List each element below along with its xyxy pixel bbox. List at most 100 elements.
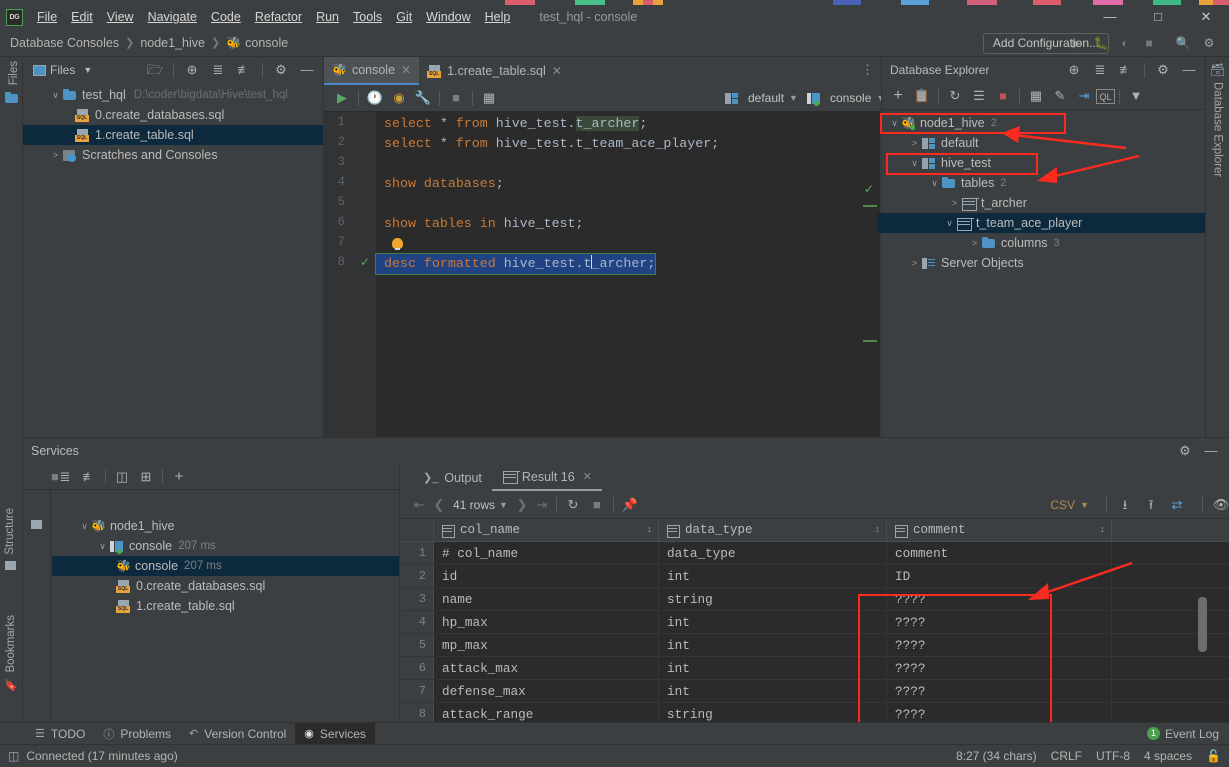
result-tab-result-16[interactable]: Result 16 ✕ bbox=[491, 464, 602, 491]
status-indent[interactable]: 4 spaces bbox=[1144, 749, 1192, 763]
editor-tab-1-create-table-sql[interactable]: 1.create_table.sql ✕ bbox=[419, 57, 570, 85]
collapse-all-icon[interactable]: ≢ bbox=[1114, 59, 1138, 81]
add-tab-icon[interactable]: ⊞ bbox=[134, 466, 158, 488]
service-item-1-create-table-sql[interactable]: 1.create_table.sql bbox=[52, 596, 399, 616]
menu-item-view[interactable]: View bbox=[100, 7, 141, 27]
db-tree-item-tables[interactable]: ∨ tables 2 bbox=[882, 173, 1205, 193]
ql-icon[interactable]: QL bbox=[1096, 88, 1115, 104]
chevron-right-icon[interactable]: > bbox=[49, 150, 62, 160]
status-encoding[interactable]: UTF-8 bbox=[1096, 749, 1130, 763]
sort-icon[interactable]: ↕ bbox=[1100, 525, 1105, 535]
menu-item-file[interactable]: File bbox=[30, 7, 64, 27]
cell-col-name[interactable]: id bbox=[434, 565, 659, 587]
stop-icon[interactable]: ■ bbox=[585, 494, 609, 516]
chevron-down-icon[interactable]: ∨ bbox=[943, 218, 956, 229]
menu-item-run[interactable]: Run bbox=[309, 7, 346, 27]
cell-comment[interactable]: ID bbox=[887, 565, 1112, 587]
database-explorer-tree[interactable]: ∨ 🐝 node1_hive 2 > default ∨ hive_test ∨… bbox=[877, 111, 1205, 437]
download-icon[interactable]: ⭳ bbox=[1113, 494, 1137, 516]
collapse-all-icon[interactable]: ≢ bbox=[77, 466, 101, 488]
close-icon[interactable]: ✕ bbox=[552, 64, 562, 78]
bottom-button-version-control[interactable]: ↶ Version Control bbox=[180, 723, 295, 745]
settings-icon[interactable]: ⚙ bbox=[1198, 33, 1220, 54]
chevron-right-icon[interactable]: > bbox=[908, 138, 921, 148]
expand-all-icon[interactable]: ≣ bbox=[1088, 59, 1112, 81]
breadcrumb-console[interactable]: console bbox=[245, 36, 288, 50]
cell-col-name[interactable]: attack_max bbox=[434, 657, 659, 679]
cell-comment[interactable]: ???? bbox=[887, 588, 1112, 610]
code-line-1[interactable]: select * from hive_test.t_archer; bbox=[376, 114, 880, 134]
cell-data-type[interactable]: data_type bbox=[659, 542, 887, 564]
service-item-0-create-databases-sql[interactable]: 0.create_databases.sql bbox=[52, 576, 399, 596]
table-row[interactable]: 5 mp_max int ???? bbox=[401, 634, 1229, 657]
menu-item-refactor[interactable]: Refactor bbox=[248, 7, 309, 27]
bottom-button-problems[interactable]: ⓘ Problems bbox=[94, 723, 180, 745]
chevron-down-icon[interactable]: ∨ bbox=[888, 118, 901, 129]
grid-vertical-scrollbar[interactable] bbox=[1198, 597, 1207, 652]
pin-icon[interactable]: 📌 bbox=[618, 494, 642, 516]
status-connection[interactable]: ◫ Connected (17 minutes ago) bbox=[8, 749, 178, 763]
cell-data-type[interactable]: int bbox=[659, 565, 887, 587]
window-minimize-button[interactable]: — bbox=[1088, 5, 1132, 29]
cell-data-type[interactable]: string bbox=[659, 588, 887, 610]
expand-all-icon[interactable]: ≣ bbox=[206, 59, 230, 81]
table-row[interactable]: 2 id int ID bbox=[401, 565, 1229, 588]
table-row[interactable]: 3 name string ???? bbox=[401, 588, 1229, 611]
table-row[interactable]: 1 # col_name data_type comment bbox=[401, 542, 1229, 565]
more-tabs-icon[interactable]: ⋮ bbox=[861, 63, 874, 77]
status-caret-position[interactable]: 8:27 (34 chars) bbox=[956, 749, 1037, 763]
grid-header-col-name[interactable]: col_name ↕ bbox=[434, 519, 659, 541]
code-editor[interactable]: select * from hive_test.t_archer; select… bbox=[374, 112, 880, 437]
chevron-down-icon[interactable]: ▼ bbox=[499, 500, 508, 510]
edit-icon[interactable]: ✎ bbox=[1048, 85, 1072, 107]
table-row[interactable]: 6 attack_max int ???? bbox=[401, 657, 1229, 680]
editor-gutter[interactable]: 1 2 3 4 5 6 7 8 ✓ bbox=[324, 112, 376, 437]
menu-item-help[interactable]: Help bbox=[478, 7, 518, 27]
locate-icon[interactable]: ⊕ bbox=[180, 59, 204, 81]
breadcrumb-node1-hive[interactable]: node1_hive bbox=[140, 36, 205, 50]
window-close-button[interactable]: ✕ bbox=[1184, 5, 1228, 29]
chevron-down-icon[interactable]: ∨ bbox=[78, 521, 91, 532]
cell-col-name[interactable]: hp_max bbox=[434, 611, 659, 633]
search-icon[interactable]: 🔍 bbox=[1172, 33, 1194, 54]
event-log-button[interactable]: 1 Event Log bbox=[1146, 727, 1219, 741]
menu-item-navigate[interactable]: Navigate bbox=[141, 7, 204, 27]
menu-item-tools[interactable]: Tools bbox=[346, 7, 389, 27]
cell-comment[interactable]: ???? bbox=[887, 611, 1112, 633]
service-item-console-session[interactable]: ∨ console 207 ms bbox=[52, 536, 399, 556]
session-combo[interactable]: console ▼ bbox=[806, 91, 885, 106]
cell-col-name[interactable]: mp_max bbox=[434, 634, 659, 656]
schema-combo[interactable]: default ▼ bbox=[724, 91, 798, 106]
settings-icon[interactable]: ⚙ bbox=[1151, 59, 1175, 81]
tool-button-bookmarks[interactable]: Bookmarks 🔖 bbox=[4, 615, 18, 692]
statement-ok-icon[interactable]: ✓ bbox=[360, 255, 370, 269]
hide-panel-icon[interactable]: — bbox=[1177, 59, 1201, 81]
filter-icon[interactable]: ▼ bbox=[1124, 85, 1148, 107]
tree-item-scratches-and-consoles[interactable]: > Scratches and Consoles bbox=[23, 145, 323, 165]
tree-item-test-hql[interactable]: ∨ test_hql D:\coder\bigdata\Hive\test_hq… bbox=[23, 85, 323, 105]
cell-comment[interactable]: ???? bbox=[887, 680, 1112, 702]
copy-icon[interactable]: 📋 bbox=[910, 85, 934, 107]
cell-data-type[interactable]: int bbox=[659, 657, 887, 679]
bottom-button-services[interactable]: ◉ Services bbox=[295, 722, 375, 745]
run-icon[interactable]: ▶ bbox=[1066, 33, 1088, 54]
cell-col-name[interactable]: # col_name bbox=[434, 542, 659, 564]
stop-icon[interactable]: ■ bbox=[29, 466, 59, 488]
chevron-down-icon[interactable]: ∨ bbox=[928, 178, 941, 189]
code-line-6[interactable]: show tables in hive_test; bbox=[376, 214, 880, 234]
chevron-right-icon[interactable]: > bbox=[968, 238, 981, 248]
services-tree[interactable]: ∨ 🐝 node1_hive ∨ console 207 ms 🐝 consol… bbox=[52, 516, 399, 730]
service-item-node1-hive[interactable]: ∨ 🐝 node1_hive bbox=[52, 516, 399, 536]
chevron-right-icon[interactable]: > bbox=[908, 258, 921, 268]
files-tree[interactable]: ∨ test_hql D:\coder\bigdata\Hive\test_hq… bbox=[23, 83, 323, 437]
stop-icon[interactable]: ■ bbox=[991, 85, 1015, 107]
db-tree-item-t-archer[interactable]: > t_archer bbox=[882, 193, 1205, 213]
sort-icon[interactable]: ↕ bbox=[647, 525, 652, 535]
code-line-3[interactable] bbox=[376, 154, 880, 174]
locate-icon[interactable]: ⊕ bbox=[1062, 59, 1086, 81]
grid-header-comment[interactable]: comment ↕ bbox=[887, 519, 1112, 541]
last-page-icon[interactable]: ⇥ bbox=[532, 497, 552, 513]
db-tree-item-t-team-ace-player[interactable]: ∨ t_team_ace_player bbox=[877, 213, 1205, 233]
hide-panel-icon[interactable]: — bbox=[1199, 440, 1223, 462]
upload-icon[interactable]: ⭱ bbox=[1139, 494, 1163, 516]
